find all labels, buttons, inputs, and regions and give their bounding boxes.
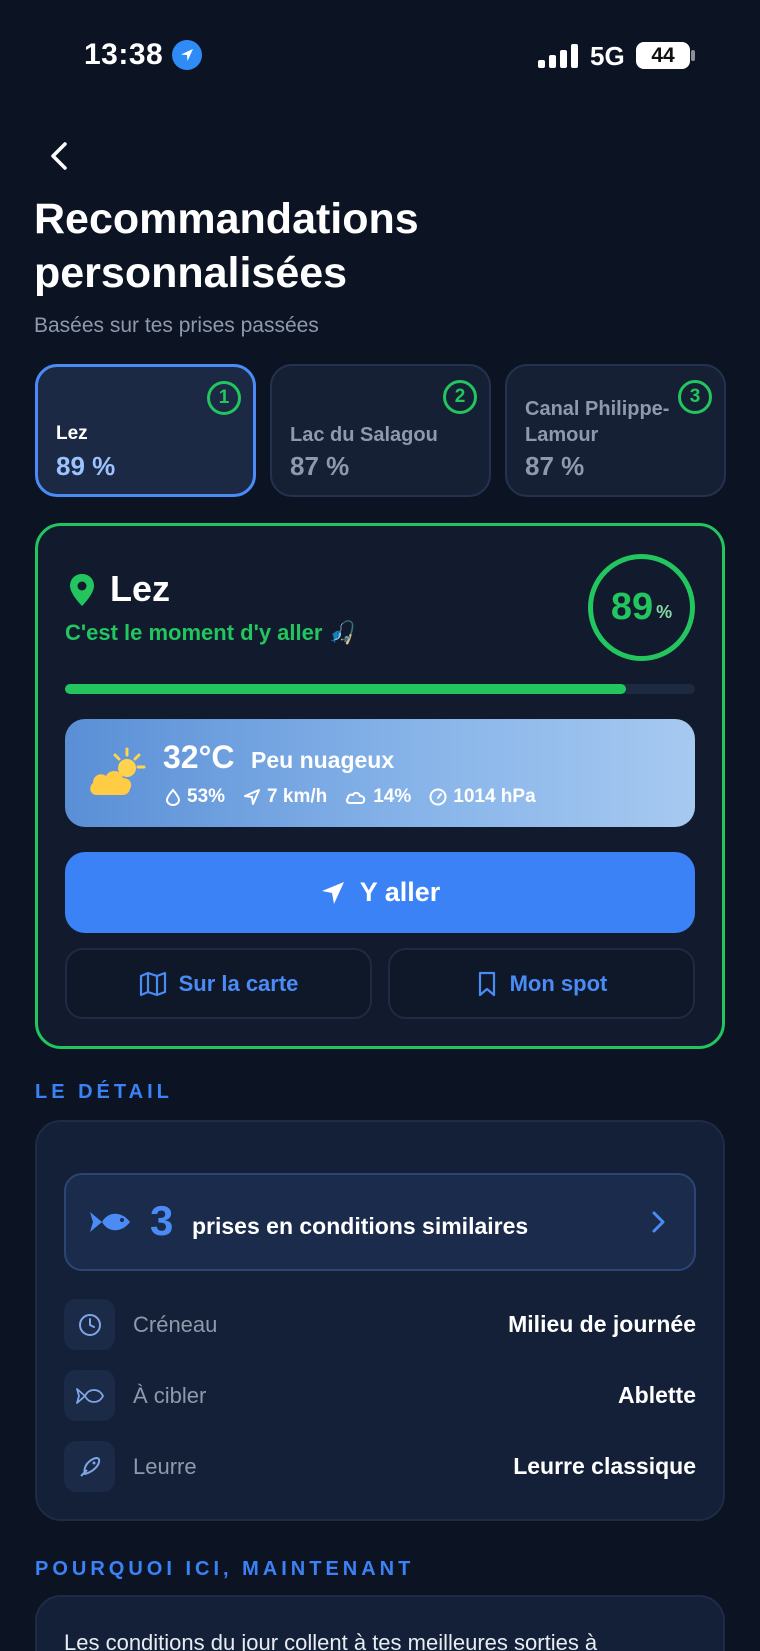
chevron-left-icon <box>51 142 67 170</box>
score-unit: % <box>656 602 673 622</box>
page-title: Recommandations personnalisées <box>34 195 419 297</box>
similar-catches-count: 3 <box>150 1197 174 1244</box>
rank-badge: 2 <box>443 380 477 414</box>
network-type: 5G <box>590 41 625 71</box>
location-pin-icon <box>68 573 96 607</box>
signal-icon <box>538 42 578 68</box>
navigation-icon <box>244 789 261 805</box>
cloud-icon <box>346 791 366 804</box>
score-ring: 89% <box>588 554 695 661</box>
detail-section-label: LE DÉTAIL <box>35 1081 173 1103</box>
spot-tab-name: Canal Philippe-Lamour <box>525 398 670 446</box>
map-button[interactable]: Sur la carte <box>65 948 372 1019</box>
chevron-right-icon <box>652 1211 665 1233</box>
fishing-emoji: 🎣 <box>328 620 356 645</box>
humidity-stat: 53% <box>165 786 225 808</box>
pressure-value: 1014 hPa <box>453 786 536 807</box>
spot-tab-score: 87 % <box>290 451 350 481</box>
score-progress-fill <box>65 684 626 694</box>
partly-cloudy-icon <box>87 747 147 799</box>
message-text: C'est le moment d'y aller <box>65 620 323 645</box>
clouds-value: 14% <box>373 786 412 807</box>
go-button-label: Y aller <box>359 877 441 907</box>
my-spot-button-label: Mon spot <box>509 970 608 996</box>
battery-icon: 44 <box>636 42 690 69</box>
score-value: 89 <box>610 586 654 628</box>
wind-stat: 7 km/h <box>243 786 327 808</box>
spot-tab-name: Lez <box>56 423 88 444</box>
why-section-label: POURQUOI ICI, MAINTENANT <box>35 1558 415 1580</box>
battery-cap <box>691 50 695 61</box>
fish-icon <box>90 1212 130 1232</box>
weather-card: 32°C Peu nuageux 53% 7 km/h 14% 1014 hPa <box>65 719 695 827</box>
wind-value: 7 km/h <box>267 786 328 807</box>
rank-badge: 1 <box>207 381 241 415</box>
similar-catches-text: prises en conditions similaires <box>192 1213 529 1239</box>
recommendation-message: C'est le moment d'y aller 🎣 <box>65 620 356 646</box>
navigation-icon <box>321 881 344 904</box>
weather-temperature: 32°C <box>163 739 235 775</box>
similar-catches-button[interactable]: 3 prises en conditions similaires <box>64 1173 696 1271</box>
spot-name: Lez <box>110 568 171 609</box>
spot-tab-name: Lac du Salagou <box>290 424 438 446</box>
row-value-target: Ablette <box>618 1382 696 1408</box>
spot-tab-score: 89 % <box>56 451 116 481</box>
weather-stats: 53% 7 km/h 14% 1014 hPa <box>165 786 536 808</box>
fish-icon <box>64 1370 115 1421</box>
humidity-value: 53% <box>187 786 226 807</box>
bookmark-icon <box>478 971 495 996</box>
go-button[interactable]: Y aller <box>65 852 695 933</box>
row-label-target: À cibler <box>133 1383 207 1408</box>
spot-tab-1[interactable]: 1 Lez 89 % <box>35 364 256 497</box>
spot-tab-score: 87 % <box>525 451 585 481</box>
score-progress-bar <box>65 684 695 694</box>
why-text: Les conditions du jour collent à tes mei… <box>64 1630 598 1651</box>
row-label-slot: Créneau <box>133 1312 218 1337</box>
page-subtitle: Basées sur tes prises passées <box>34 314 319 337</box>
spot-tab-2[interactable]: 2 Lac du Salagou 87 % <box>270 364 491 497</box>
clock-icon <box>64 1299 115 1350</box>
droplet-icon <box>165 788 181 806</box>
row-value-slot: Milieu de journée <box>508 1311 696 1337</box>
clouds-stat: 14% <box>345 786 411 808</box>
status-time: 13:38 <box>84 38 164 71</box>
location-arrow-icon <box>172 40 202 70</box>
weather-description: Peu nuageux <box>251 747 395 773</box>
pressure-stat: 1014 hPa <box>429 786 536 808</box>
row-value-lure: Leurre classique <box>513 1453 696 1479</box>
spot-tab-3[interactable]: 3 Canal Philippe-Lamour 87 % <box>505 364 726 497</box>
map-button-label: Sur la carte <box>178 970 299 996</box>
gauge-icon <box>429 788 447 806</box>
back-button[interactable] <box>40 136 80 176</box>
my-spot-button[interactable]: Mon spot <box>388 948 695 1019</box>
map-icon <box>139 971 166 996</box>
lure-icon <box>64 1441 115 1492</box>
row-label-lure: Leurre <box>133 1454 197 1479</box>
